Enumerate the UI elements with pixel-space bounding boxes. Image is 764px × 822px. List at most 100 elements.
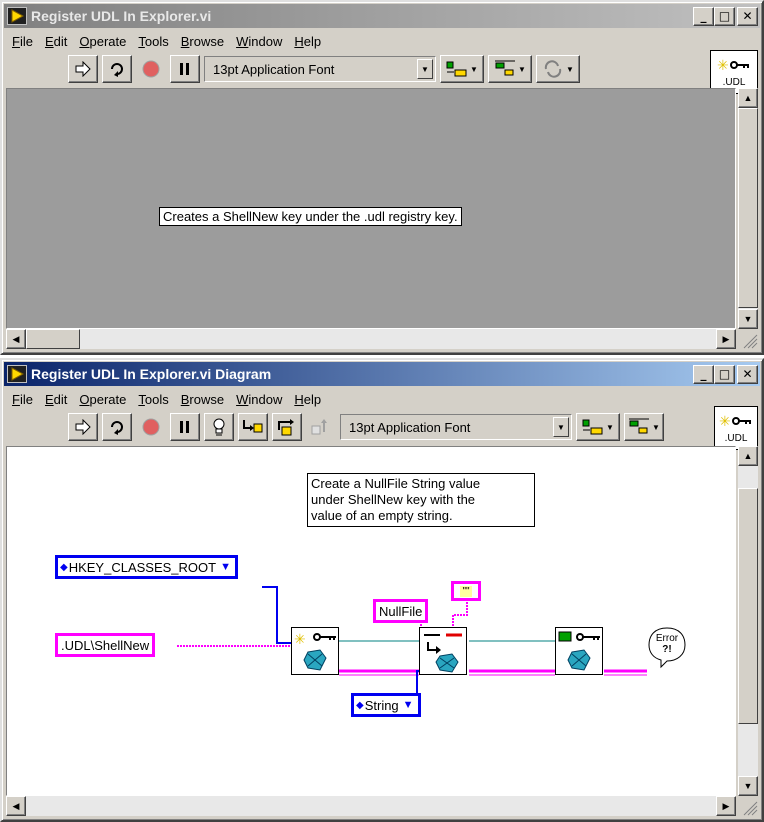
- scroll-down-button[interactable]: ▼: [738, 776, 758, 796]
- menu-operate[interactable]: Operate: [73, 34, 132, 49]
- scroll-thumb[interactable]: [738, 108, 758, 308]
- block-diagram-canvas[interactable]: Create a NullFile String value under She…: [6, 446, 736, 796]
- run-continuously-icon: [111, 421, 123, 435]
- step-over-icon: [278, 419, 294, 436]
- menu-bar: File Edit Operate Tools Browse Window He…: [6, 388, 327, 410]
- close-registry-key-node[interactable]: [555, 627, 603, 675]
- scroll-up-button[interactable]: ▲: [738, 446, 758, 466]
- vertical-scrollbar[interactable]: ▲ ▼: [738, 88, 758, 329]
- scroll-right-button[interactable]: ▶: [716, 796, 736, 816]
- menu-help[interactable]: Help: [288, 34, 327, 49]
- run-continuously-button[interactable]: [102, 413, 132, 441]
- align-objects-button[interactable]: ▼: [576, 413, 620, 441]
- distribute-objects-button[interactable]: ▼: [488, 55, 532, 83]
- path-string-constant[interactable]: .UDL\ShellNew: [55, 633, 156, 657]
- abort-button[interactable]: [136, 413, 166, 441]
- align-objects-button[interactable]: ▼: [440, 55, 484, 83]
- wire-hkey: [262, 586, 291, 644]
- abort-button[interactable]: [136, 55, 166, 83]
- scroll-up-button[interactable]: ▲: [738, 88, 758, 108]
- menu-file[interactable]: File: [6, 392, 39, 407]
- front-panel-canvas[interactable]: Creates a ShellNew key under the .udl re…: [6, 88, 736, 329]
- menu-window[interactable]: Window: [230, 34, 288, 49]
- menu-browse[interactable]: Browse: [175, 34, 230, 49]
- scroll-left-button[interactable]: ◀: [6, 796, 26, 816]
- menu-operate[interactable]: Operate: [73, 392, 132, 407]
- maximize-button[interactable]: □: [714, 6, 735, 26]
- vertical-scrollbar[interactable]: ▲ ▼: [738, 446, 758, 796]
- menu-browse[interactable]: Browse: [175, 392, 230, 407]
- run-arrow-icon: [75, 61, 91, 77]
- distribute-objects-button[interactable]: ▼: [624, 413, 664, 441]
- front-panel-toolbar: 13pt Application Font ▼ ▼ ▼ ▼: [68, 54, 580, 84]
- step-out-button[interactable]: [306, 413, 336, 441]
- minimize-button[interactable]: _: [693, 6, 714, 26]
- svg-text:✳: ✳: [719, 414, 731, 429]
- diagram-toolbar: 13pt Application Font ▼ ▼ ▼: [68, 412, 664, 442]
- menu-file[interactable]: File: [6, 34, 39, 49]
- empty-string-constant[interactable]: "": [451, 581, 481, 601]
- menu-help[interactable]: Help: [288, 392, 327, 407]
- step-over-button[interactable]: [272, 413, 302, 441]
- distribute-icon: [629, 418, 650, 434]
- set-value-icon: [424, 633, 462, 673]
- nullfile-string-constant[interactable]: NullFile: [373, 599, 429, 623]
- run-continuously-button[interactable]: [102, 55, 132, 83]
- labview-run-icon: [7, 7, 27, 25]
- close-button[interactable]: ✕: [737, 6, 758, 26]
- vi-connector-icon[interactable]: ✳ .UDL: [714, 406, 758, 450]
- font-select[interactable]: 13pt Application Font ▼: [340, 414, 572, 440]
- run-continuously-icon: [111, 63, 123, 77]
- scroll-left-button[interactable]: ◀: [6, 329, 26, 349]
- pause-icon: [180, 421, 189, 433]
- close-button[interactable]: ✕: [737, 364, 758, 384]
- maximize-button[interactable]: □: [714, 364, 735, 384]
- menu-tools[interactable]: Tools: [132, 34, 174, 49]
- horizontal-scrollbar[interactable]: ◀ ▶: [6, 329, 736, 349]
- distribute-icon: [495, 60, 516, 76]
- scroll-thumb[interactable]: [738, 488, 758, 724]
- description-label: Creates a ShellNew key under the .udl re…: [159, 207, 462, 226]
- pause-button[interactable]: [170, 413, 200, 441]
- create-registry-key-node[interactable]: ✳: [291, 627, 339, 675]
- font-select[interactable]: 13pt Application Font ▼: [204, 56, 436, 82]
- new-key-icon: ✳: [717, 58, 749, 73]
- menu-edit[interactable]: Edit: [39, 34, 73, 49]
- front-panel-titlebar[interactable]: Register UDL In Explorer.vi _ □ ✕: [4, 4, 760, 28]
- resize-grip-icon[interactable]: [738, 329, 758, 349]
- step-out-icon: [311, 419, 327, 435]
- align-icon: [582, 419, 603, 435]
- reorder-button[interactable]: ▼: [536, 55, 580, 83]
- run-button[interactable]: [68, 413, 98, 441]
- labview-run-icon: [7, 365, 27, 383]
- scroll-right-button[interactable]: ▶: [716, 329, 736, 349]
- scroll-thumb[interactable]: [26, 329, 80, 349]
- new-key-icon: ✳: [719, 414, 751, 429]
- diagram-titlebar[interactable]: Register UDL In Explorer.vi Diagram _ □ …: [4, 362, 760, 386]
- menu-edit[interactable]: Edit: [39, 392, 73, 407]
- error-handler-node[interactable]: Error ?!: [647, 625, 687, 669]
- lightbulb-icon: [213, 418, 225, 436]
- type-enum-constant[interactable]: ◆ String ▼: [351, 693, 421, 717]
- horizontal-scrollbar[interactable]: ◀ ▶: [6, 796, 736, 816]
- align-icon: [446, 61, 467, 77]
- minimize-button[interactable]: _: [693, 364, 714, 384]
- run-button[interactable]: [68, 55, 98, 83]
- run-arrow-icon: [75, 419, 91, 435]
- stop-icon: [142, 60, 160, 78]
- pause-button[interactable]: [170, 55, 200, 83]
- hkey-enum-constant[interactable]: ◆ HKEY_CLASSES_ROOT ▼: [55, 555, 238, 579]
- set-registry-value-node[interactable]: [419, 627, 467, 675]
- chevron-down-icon: ▼: [220, 561, 231, 573]
- menu-tools[interactable]: Tools: [132, 392, 174, 407]
- new-key-icon: ✳: [294, 632, 336, 671]
- menu-window[interactable]: Window: [230, 392, 288, 407]
- pause-icon: [180, 63, 189, 75]
- scroll-down-button[interactable]: ▼: [738, 309, 758, 329]
- step-into-button[interactable]: [238, 413, 268, 441]
- close-key-icon: [558, 631, 600, 671]
- chevron-down-icon: ▼: [553, 417, 569, 437]
- svg-text:✳: ✳: [294, 632, 306, 648]
- resize-grip-icon[interactable]: [738, 796, 758, 816]
- highlight-execution-button[interactable]: [204, 413, 234, 441]
